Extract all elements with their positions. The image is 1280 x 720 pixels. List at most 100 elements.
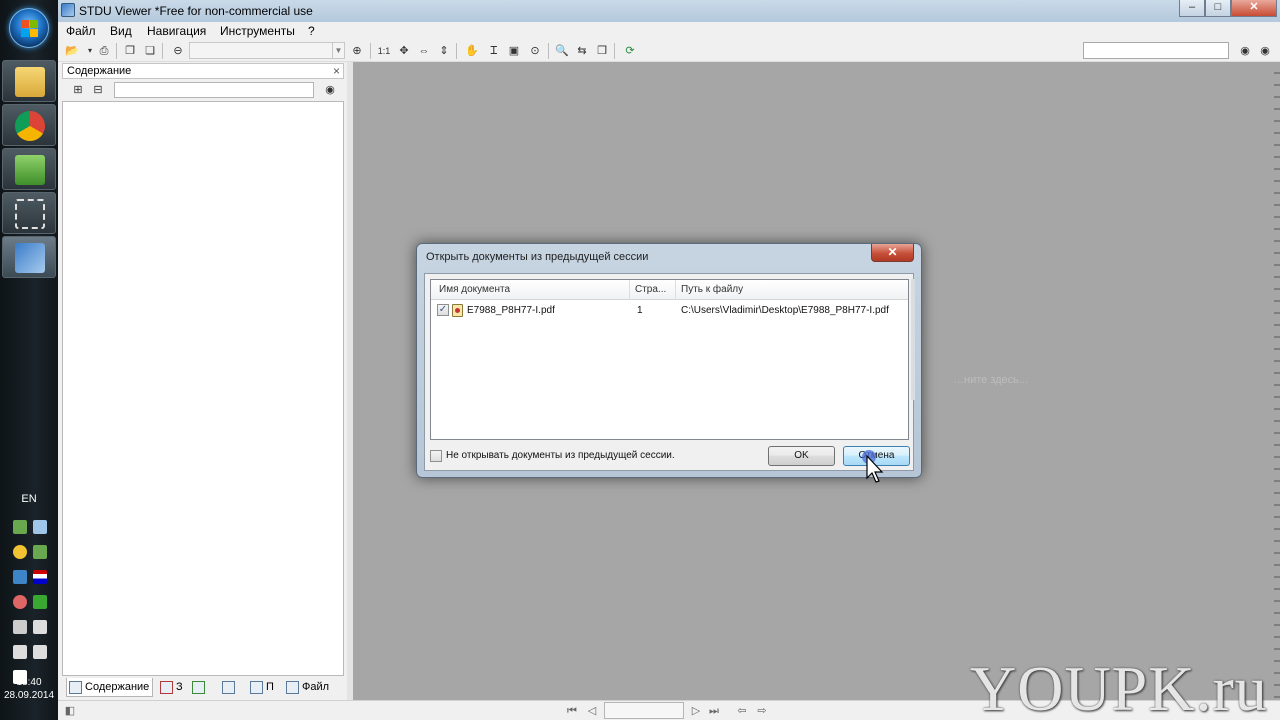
column-pages[interactable]: Стра... xyxy=(635,284,666,295)
documents-list[interactable]: Имя документа Стра... Путь к файлу ✓ E79… xyxy=(430,279,909,440)
dont-open-checkbox[interactable] xyxy=(430,450,442,462)
search-next-icon[interactable]: ◉ xyxy=(1257,43,1273,59)
column-path[interactable]: Путь к файлу xyxy=(681,284,743,295)
save-page-icon[interactable]: ❏ xyxy=(142,43,158,59)
taskbar-snipping-button[interactable] xyxy=(2,192,56,234)
tray-dropbox-icon[interactable] xyxy=(13,570,27,584)
panel-toolbar: ⊞ ⊟ ◉ xyxy=(62,80,344,100)
tab-thumbnails[interactable] xyxy=(190,678,208,697)
open-icon[interactable]: 📂 xyxy=(64,43,80,59)
tray-volume-icon[interactable] xyxy=(33,645,47,659)
swap-icon[interactable]: ⇆ xyxy=(574,43,590,59)
print-icon[interactable]: ⎙ xyxy=(96,43,112,59)
list-scroll-edge xyxy=(911,279,915,400)
maximize-button[interactable]: □ xyxy=(1205,0,1231,17)
zoom-in-icon[interactable]: ⊕ xyxy=(349,43,365,59)
tray-camera-icon[interactable] xyxy=(33,520,47,534)
menu-navigation[interactable]: Навигация xyxy=(147,24,206,38)
tray-smiley-icon[interactable] xyxy=(13,545,27,559)
tray-flag-us-icon[interactable] xyxy=(33,570,47,584)
close-button[interactable]: ✕ xyxy=(1231,0,1277,17)
column-divider[interactable] xyxy=(629,280,630,300)
next-page-icon[interactable]: ▷ xyxy=(688,703,704,719)
menu-bar: Файл Вид Навигация Инструменты ? xyxy=(58,22,1280,40)
first-page-icon[interactable]: ⏮ xyxy=(564,703,580,719)
tray-usb-icon[interactable] xyxy=(13,620,27,634)
clock-date: 28.09.2014 xyxy=(3,690,55,701)
tray-chrome-icon[interactable] xyxy=(13,595,27,609)
menu-tools[interactable]: Инструменты xyxy=(220,24,295,38)
previous-session-dialog: Открыть документы из предыдущей сессии ✕… xyxy=(416,243,922,478)
contents-tree[interactable] xyxy=(62,101,344,676)
copy-page-icon[interactable]: ❐ xyxy=(122,43,138,59)
language-indicator[interactable]: EN xyxy=(0,493,58,505)
panel-close-icon[interactable]: × xyxy=(333,64,340,78)
taskbar-evernote-button[interactable] xyxy=(2,148,56,190)
zoom-out-icon[interactable]: ⊖ xyxy=(170,43,186,59)
fit-page-icon[interactable]: ✥ xyxy=(396,43,412,59)
taskbar-chrome-button[interactable] xyxy=(2,104,56,146)
tray-evernote-icon[interactable] xyxy=(33,545,47,559)
dialog-close-button[interactable]: ✕ xyxy=(871,244,914,262)
search-input[interactable] xyxy=(1083,42,1229,59)
tab-file[interactable]: Файл xyxy=(284,678,329,697)
start-button[interactable] xyxy=(9,8,49,48)
hand-tool-icon[interactable]: ✋ xyxy=(464,43,480,59)
mouse-cursor-icon xyxy=(866,455,884,483)
tray-network-icon[interactable] xyxy=(13,520,27,534)
magnifier-tool-icon[interactable]: ⊙ xyxy=(527,43,543,59)
snipping-icon xyxy=(15,199,45,229)
expand-all-icon[interactable]: ⊞ xyxy=(70,82,86,98)
fit-height-icon[interactable]: ⇕ xyxy=(436,43,452,59)
ok-button[interactable]: OK xyxy=(768,446,835,466)
menu-view[interactable]: Вид xyxy=(110,24,132,38)
chevron-down-icon[interactable]: ▼ xyxy=(332,43,344,58)
tab-bookmarks[interactable]: З xyxy=(158,678,183,697)
app-icon[interactable] xyxy=(61,3,75,17)
tab-pages[interactable]: П xyxy=(248,678,274,697)
tray-clipboard-icon[interactable] xyxy=(33,620,47,634)
document-path: C:\Users\Vladimir\Desktop\E7988_P8H77-I.… xyxy=(681,305,889,316)
zoom-combo[interactable]: ▼ xyxy=(189,42,345,59)
taskbar-stdu-button[interactable] xyxy=(2,236,56,278)
tray-check-icon[interactable] xyxy=(33,595,47,609)
forward-icon[interactable]: ⇨ xyxy=(754,703,770,719)
fit-width-icon[interactable]: ⇔ xyxy=(416,43,432,59)
tray-signal-icon[interactable] xyxy=(13,645,27,659)
actual-size-button[interactable]: 1:1 xyxy=(376,43,392,59)
title-bar[interactable]: STDU Viewer *Free for non-commercial use… xyxy=(58,0,1280,22)
tab-contents[interactable]: Содержание xyxy=(66,678,154,697)
tab-contents-label: Содержание xyxy=(85,681,150,693)
find-icon[interactable]: 🔍 xyxy=(554,43,570,59)
document-checkbox[interactable]: ✓ xyxy=(437,304,449,316)
toolbar-separator xyxy=(370,43,371,59)
image-select-icon[interactable]: ▣ xyxy=(506,43,522,59)
column-divider[interactable] xyxy=(675,280,676,300)
column-document-name[interactable]: Имя документа xyxy=(439,284,510,295)
pages-tab-icon xyxy=(250,681,263,694)
pages-icon[interactable]: ❒ xyxy=(594,43,610,59)
taskbar-explorer-button[interactable] xyxy=(2,60,56,102)
back-icon[interactable]: ⇦ xyxy=(734,703,750,719)
minimize-button[interactable]: – xyxy=(1179,0,1205,17)
update-icon[interactable]: ⟳ xyxy=(622,43,638,59)
list-item[interactable]: ✓ E7988_P8H77-I.pdf 1 C:\Users\Vladimir\… xyxy=(431,302,908,320)
panel-tabs: Содержание З П Файл xyxy=(66,678,346,698)
clock[interactable]: 18:40 28.09.2014 xyxy=(0,676,58,702)
contents-find-icon[interactable]: ◉ xyxy=(322,82,338,98)
menu-help[interactable]: ? xyxy=(308,24,315,38)
panel-toggle-icon[interactable]: ◧ xyxy=(62,703,78,719)
tab-search[interactable] xyxy=(220,678,238,697)
windows-flag-icon xyxy=(21,20,39,38)
document-scrollbar[interactable] xyxy=(1274,62,1280,700)
collapse-all-icon[interactable]: ⊟ xyxy=(90,82,106,98)
contents-search-input[interactable] xyxy=(114,82,314,98)
prev-page-icon[interactable]: ◁ xyxy=(584,703,600,719)
menu-file[interactable]: Файл xyxy=(66,24,96,38)
page-number-input[interactable] xyxy=(604,702,684,719)
search-prev-icon[interactable]: ◉ xyxy=(1237,43,1253,59)
dialog-title: Открыть документы из предыдущей сессии xyxy=(426,251,649,263)
text-select-icon[interactable]: Ꮖ xyxy=(486,43,502,59)
last-page-icon[interactable]: ⏭ xyxy=(706,703,722,719)
watermark: YOUPK.ru xyxy=(970,653,1268,720)
